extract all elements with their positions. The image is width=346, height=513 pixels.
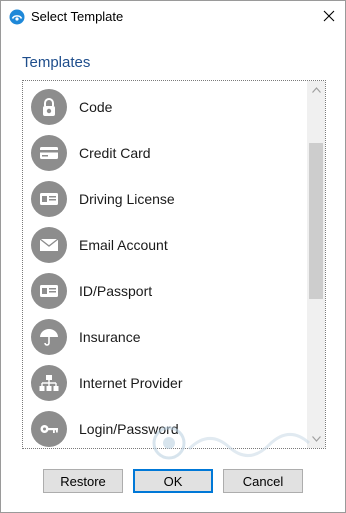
- watermark-logo: [152, 426, 311, 460]
- app-logo-icon: [9, 9, 25, 25]
- vertical-scrollbar[interactable]: [307, 81, 325, 448]
- list-item-credit-card[interactable]: Credit Card: [23, 130, 307, 176]
- template-icon-container: [31, 135, 67, 171]
- ok-button[interactable]: OK: [133, 469, 213, 493]
- restore-button[interactable]: Restore: [43, 469, 123, 493]
- template-icon-container: [31, 89, 67, 125]
- title-bar: Select Template: [1, 1, 345, 32]
- list-item-internet-provider[interactable]: Internet Provider: [23, 360, 307, 406]
- lock-icon: [43, 98, 55, 116]
- template-icon-container: [31, 365, 67, 401]
- scroll-thumb[interactable]: [309, 143, 323, 299]
- template-icon-container: [31, 411, 67, 447]
- list-item-label: Internet Provider: [79, 375, 183, 391]
- close-icon: [323, 10, 335, 22]
- close-button[interactable]: [313, 1, 345, 31]
- chevron-up-icon: [311, 87, 321, 93]
- list-item-label: Credit Card: [79, 145, 151, 161]
- network-icon: [39, 375, 59, 391]
- list-item-label: Code: [79, 99, 113, 115]
- list-item-insurance[interactable]: Insurance: [23, 314, 307, 360]
- list-item-code[interactable]: Code: [23, 84, 307, 130]
- id-card-icon: [40, 285, 58, 297]
- id-card-icon: [40, 193, 58, 205]
- key-icon: [40, 425, 58, 433]
- templates-heading: Templates: [22, 54, 91, 71]
- credit-card-icon: [40, 147, 58, 159]
- list-item-label: ID/Passport: [79, 283, 153, 299]
- select-template-dialog: Select Template Templates Code Credit Ca…: [0, 0, 346, 513]
- umbrella-icon: [40, 329, 58, 346]
- templates-list: Code Credit Card Driving License Email A…: [23, 81, 307, 448]
- list-item-label: Email Account: [79, 237, 168, 253]
- list-item-label: Driving License: [79, 191, 175, 207]
- template-icon-container: [31, 273, 67, 309]
- templates-listbox[interactable]: Code Credit Card Driving License Email A…: [22, 80, 326, 449]
- list-item-email-account[interactable]: Email Account: [23, 222, 307, 268]
- list-item-driving-license[interactable]: Driving License: [23, 176, 307, 222]
- template-icon-container: [31, 181, 67, 217]
- window-title: Select Template: [31, 9, 124, 24]
- template-icon-container: [31, 319, 67, 355]
- list-item-label: Insurance: [79, 329, 141, 345]
- template-icon-container: [31, 227, 67, 263]
- list-item-id-passport[interactable]: ID/Passport: [23, 268, 307, 314]
- envelope-icon: [39, 238, 59, 251]
- cancel-button[interactable]: Cancel: [223, 469, 303, 493]
- scroll-up-button[interactable]: [307, 81, 325, 99]
